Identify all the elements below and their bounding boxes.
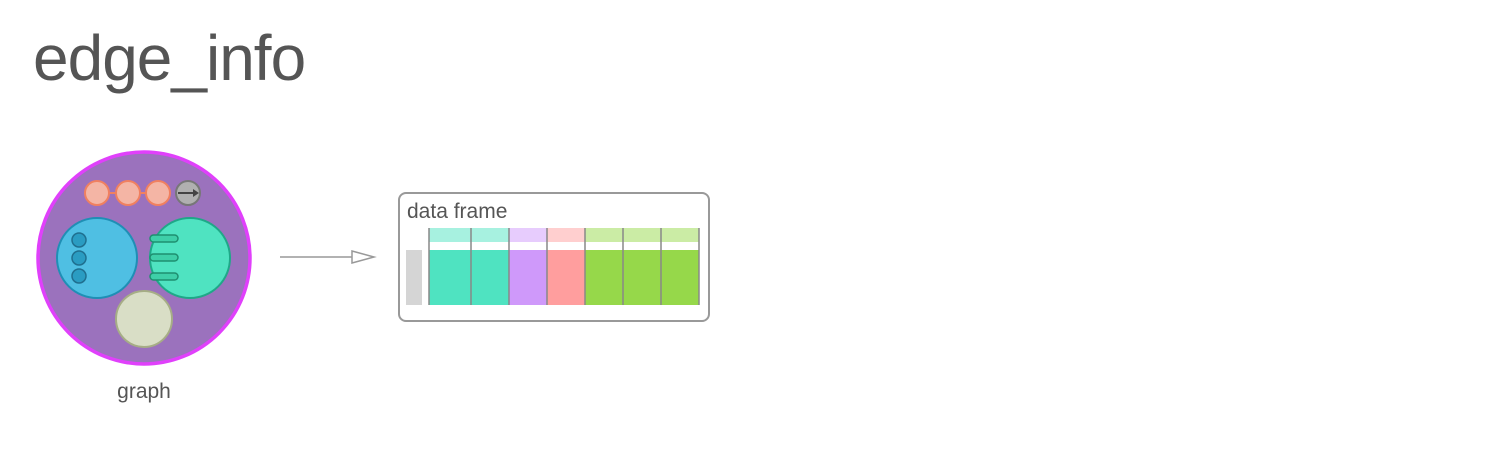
output-label: data frame <box>407 200 507 223</box>
graph-nodes-circle <box>56 217 138 299</box>
data-frame-columns <box>428 228 700 305</box>
column-1-header <box>429 228 471 242</box>
graph-icon <box>36 150 252 366</box>
column-3-body <box>509 250 547 305</box>
graph-dot-3 <box>145 180 171 206</box>
column-6-header <box>623 228 661 242</box>
column-6-body <box>623 250 661 305</box>
graph-dot-2 <box>115 180 141 206</box>
graph-attributes-circle <box>115 290 173 348</box>
diagram: graph data frame <box>36 150 710 403</box>
graph-dot-1 <box>84 180 110 206</box>
column-2-body <box>471 250 509 305</box>
input-label: graph <box>117 380 171 403</box>
column-5-header <box>585 228 623 242</box>
column-3-header <box>509 228 547 242</box>
column-1-body <box>429 250 471 305</box>
data-frame-row-names <box>406 250 422 305</box>
data-frame-icon: data frame <box>398 192 710 322</box>
column-4-body <box>547 250 585 305</box>
column-2-header <box>471 228 509 242</box>
column-5-body <box>585 250 623 305</box>
column-7-header <box>661 228 699 242</box>
arrow-right-icon <box>280 250 377 264</box>
column-7-body <box>661 250 699 305</box>
column-4-header <box>547 228 585 242</box>
